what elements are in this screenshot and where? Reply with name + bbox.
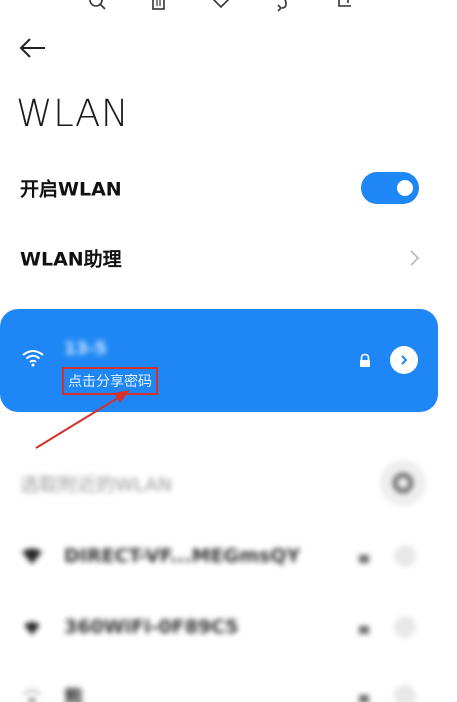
top-toolbar [0,0,457,20]
page-title: WLAN [16,92,130,135]
wlan-assistant-row[interactable]: WLAN助理 [0,228,457,288]
wlan-toggle[interactable] [361,172,419,204]
network-details-button[interactable] [394,545,416,567]
zoom-icon[interactable] [86,0,108,14]
crop-icon[interactable] [334,0,356,14]
lock-icon [358,549,370,563]
heart-icon[interactable] [210,0,232,14]
refresh-icon [393,473,413,493]
wifi-icon [22,619,42,635]
network-name: 熊 [64,686,84,702]
connected-ssid: 13-5 [64,339,107,359]
chevron-right-icon [401,355,408,365]
annotation-arrow [35,390,130,449]
network-row[interactable]: 熊 [0,666,457,702]
network-name: DIRECT-VF...MEGmsQY [64,545,301,567]
wifi-icon [22,548,42,564]
nearby-wlan-label: 选取附近的WLAN [20,474,173,496]
network-details-button[interactable] [394,685,416,702]
lock-icon [358,620,370,634]
rotate-icon[interactable] [272,0,294,14]
network-row[interactable]: DIRECT-VF...MEGmsQY [0,526,457,586]
lock-icon [358,689,370,702]
network-details-button[interactable] [390,346,418,374]
chevron-right-icon [409,249,421,267]
wifi-icon [22,349,44,367]
enable-wlan-label: 开启WLAN [20,178,122,201]
network-row[interactable]: 360WiFi-0F89C5 [0,597,457,657]
enable-wlan-row[interactable]: 开启WLAN [0,158,457,218]
toggle-knob [397,180,413,196]
back-arrow-icon [19,38,45,58]
lock-icon [358,353,372,369]
wifi-weak-icon [22,688,42,702]
wlan-assistant-label: WLAN助理 [20,248,122,271]
network-details-button[interactable] [394,616,416,638]
trash-icon[interactable] [148,0,170,14]
refresh-button[interactable] [380,460,426,506]
network-name: 360WiFi-0F89C5 [64,616,239,638]
back-button[interactable] [18,34,50,62]
